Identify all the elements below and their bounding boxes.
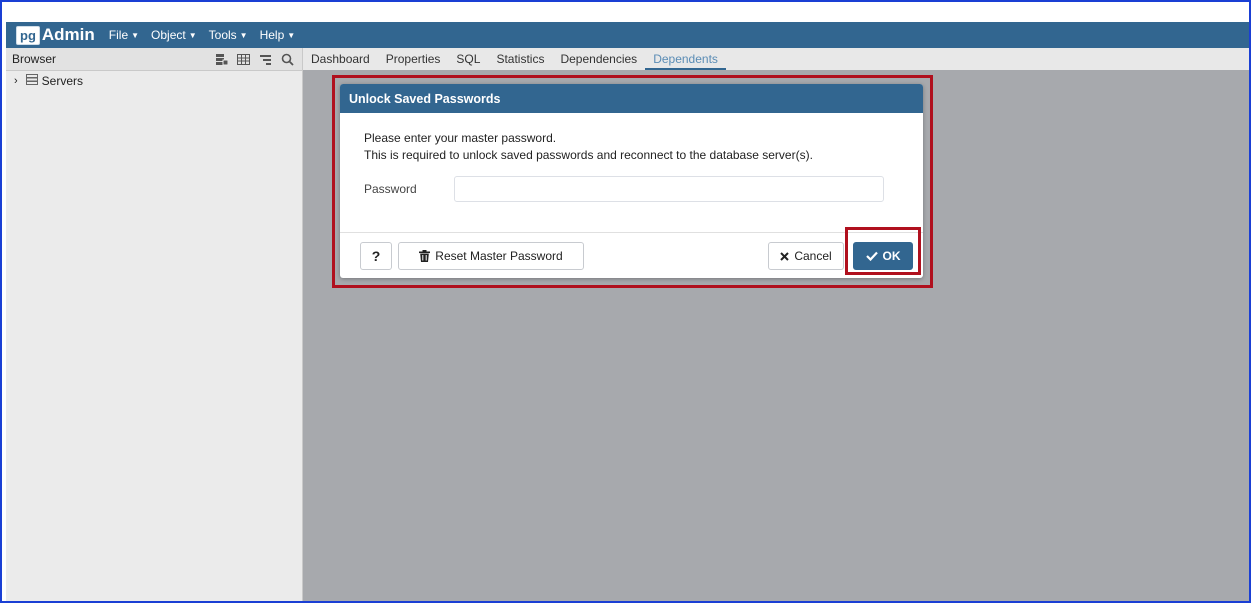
chevron-right-icon[interactable]: › bbox=[14, 75, 18, 87]
screenshot-frame: pg Admin File ▼ Object ▼ Tools ▼ Help ▼ … bbox=[0, 0, 1251, 603]
help-button[interactable]: ? bbox=[360, 242, 392, 270]
ok-button[interactable]: OK bbox=[853, 242, 913, 270]
tab-sql[interactable]: SQL bbox=[448, 48, 488, 70]
browser-panel-title: Browser bbox=[12, 52, 57, 66]
menu-help-label: Help bbox=[259, 28, 285, 42]
tab-properties[interactable]: Properties bbox=[378, 48, 449, 70]
password-row: Password bbox=[364, 176, 899, 202]
trash-icon bbox=[419, 250, 431, 262]
dialog-message-line2: This is required to unlock saved passwor… bbox=[364, 148, 813, 162]
servers-icon bbox=[25, 74, 38, 88]
cancel-button[interactable]: Cancel bbox=[768, 242, 844, 270]
menu-file[interactable]: File ▼ bbox=[109, 28, 139, 42]
chevron-down-icon: ▼ bbox=[131, 30, 140, 40]
pgadmin-logo: pg Admin bbox=[16, 25, 95, 45]
table-grid-icon[interactable] bbox=[236, 52, 250, 66]
chevron-down-icon: ▼ bbox=[239, 30, 248, 40]
menu-object[interactable]: Object ▼ bbox=[151, 28, 197, 42]
search-icon[interactable] bbox=[280, 52, 294, 66]
object-explorer-icon[interactable] bbox=[214, 52, 228, 66]
password-label: Password bbox=[364, 182, 417, 196]
dialog-title: Unlock Saved Passwords bbox=[340, 84, 923, 113]
tab-dashboard[interactable]: Dashboard bbox=[303, 48, 378, 70]
check-icon bbox=[865, 251, 878, 261]
tab-statistics[interactable]: Statistics bbox=[488, 48, 552, 70]
menu-object-label: Object bbox=[151, 28, 186, 42]
dialog-footer: ? Reset Master Password Cancel OK bbox=[340, 232, 923, 278]
browser-panel-header: Browser bbox=[6, 48, 302, 71]
cancel-label: Cancel bbox=[794, 249, 832, 263]
reset-master-password-button[interactable]: Reset Master Password bbox=[398, 242, 584, 270]
chevron-down-icon: ▼ bbox=[188, 30, 197, 40]
tab-dependencies[interactable]: Dependencies bbox=[552, 48, 645, 70]
reset-master-password-label: Reset Master Password bbox=[435, 249, 563, 263]
menu-file-label: File bbox=[108, 28, 129, 42]
password-field[interactable] bbox=[454, 176, 884, 202]
logo-admin: Admin bbox=[41, 25, 95, 44]
dialog-body: Please enter your master password. This … bbox=[340, 113, 923, 202]
menu-help[interactable]: Help ▼ bbox=[260, 28, 296, 42]
tree-item-label: Servers bbox=[41, 74, 84, 88]
menu-tools-label: Tools bbox=[208, 28, 237, 42]
unlock-passwords-dialog: Unlock Saved Passwords Please enter your… bbox=[340, 84, 923, 278]
ok-label: OK bbox=[882, 249, 901, 263]
tree-item-servers[interactable]: › Servers bbox=[6, 71, 302, 91]
menu-tools[interactable]: Tools ▼ bbox=[209, 28, 248, 42]
browser-panel: Browser › Servers bbox=[6, 48, 303, 601]
tree-filter-icon[interactable] bbox=[258, 52, 272, 66]
main-tabs: Dashboard Properties SQL Statistics Depe… bbox=[303, 48, 1249, 70]
chevron-down-icon: ▼ bbox=[287, 30, 296, 40]
dialog-message-line1: Please enter your master password. bbox=[364, 131, 557, 145]
top-menu-bar: pg Admin File ▼ Object ▼ Tools ▼ Help ▼ bbox=[6, 22, 1249, 48]
browser-toolbar bbox=[214, 52, 294, 66]
tab-dependents[interactable]: Dependents bbox=[645, 48, 726, 70]
logo-pg: pg bbox=[16, 25, 40, 45]
close-icon bbox=[780, 251, 790, 261]
